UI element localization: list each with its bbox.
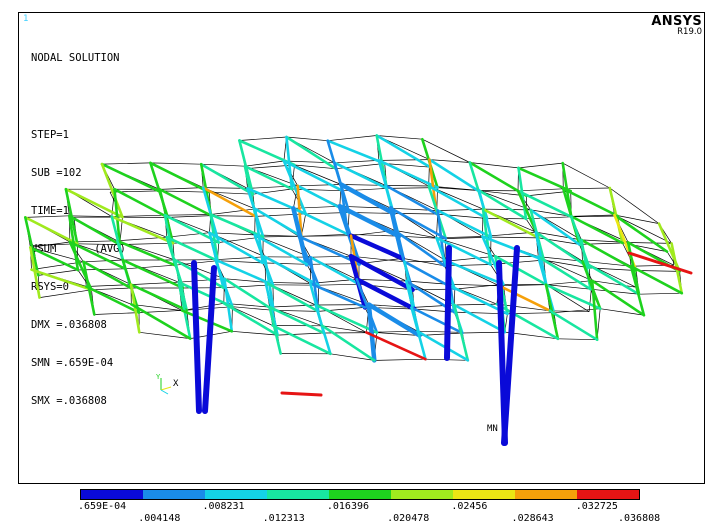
deformed-members [24,134,693,446]
legend-swatch [515,490,577,499]
legend-swatch [329,490,391,499]
legend-label-top: .659E-04 [78,501,127,512]
legend-color-bar [80,489,640,500]
legend-label-bottom: .028643 [511,513,554,524]
axis-triad-icon [160,378,172,395]
legend-label-bottom: .020478 [387,513,430,524]
legend-label-bottom: .012313 [262,513,305,524]
legend-label-top: .016396 [326,501,370,512]
truss-model [24,134,693,446]
legend-swatch [391,490,453,499]
legend-swatch [577,490,639,499]
legend-swatch [143,490,205,499]
graphics-viewport[interactable]: 1 NODAL SOLUTION STEP=1 SUB =102 TIME=1 … [18,12,705,484]
legend-swatch [267,490,329,499]
legend-label-bottom: .036808 [618,513,661,524]
legend-label-bottom: .004148 [138,513,181,524]
legend-swatch [81,490,143,499]
axis-x-label: X [173,379,179,389]
axis-y-label: Y [156,373,161,381]
legend-swatch [453,490,515,499]
legend-label-top: .008231 [202,501,245,512]
legend-label-top: .02456 [451,501,488,512]
contour-legend: .659E-04 .008231 .016396 .02456 .032725 .0041… [78,489,660,527]
min-marker: MN [487,424,498,434]
legend-label-top: .032725 [575,501,618,512]
legend-swatch [205,490,267,499]
